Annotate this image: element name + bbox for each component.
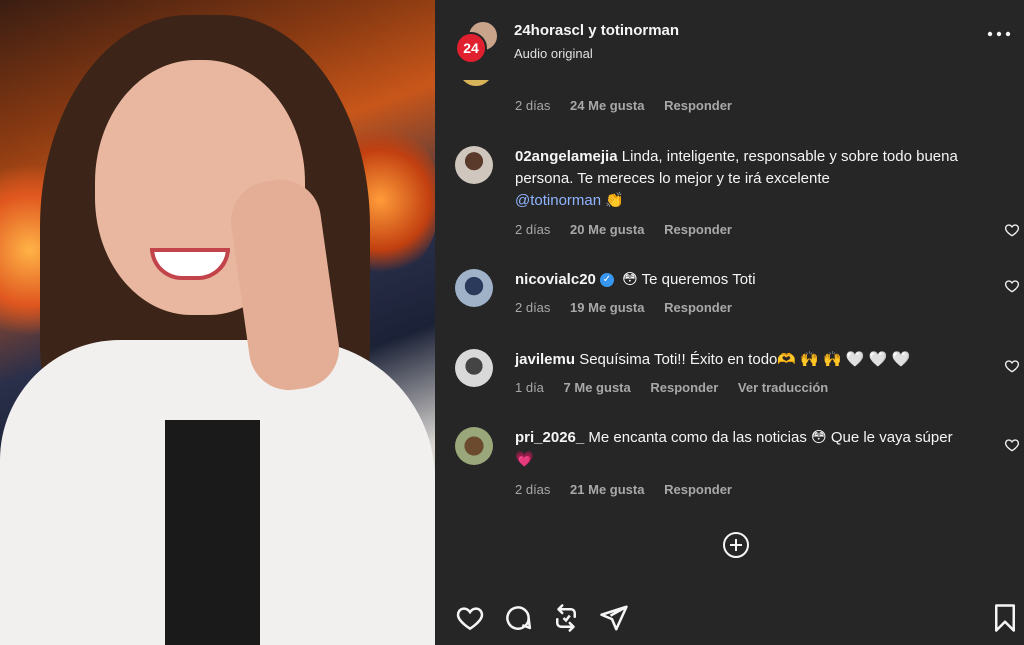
- comment-likes[interactable]: 20 Me gusta: [570, 222, 644, 237]
- comment-username[interactable]: nicovialc20: [515, 271, 596, 288]
- more-options-icon[interactable]: [986, 28, 1012, 44]
- comment-meta: 2 días 21 Me gusta Responder: [515, 482, 748, 497]
- comment-meta: 2 días 20 Me gusta Responder: [515, 222, 748, 237]
- like-comment-icon[interactable]: [1004, 278, 1020, 294]
- video-media[interactable]: [0, 0, 435, 645]
- comment-time: 2 días: [515, 482, 551, 497]
- bookmark-icon[interactable]: [990, 603, 1020, 633]
- comment-body: Sequísima Toti!! Éxito en todo🫶 🙌 🙌 🤍 🤍 …: [579, 351, 911, 368]
- reply-button[interactable]: Responder: [650, 380, 718, 395]
- audio-label[interactable]: Audio original: [514, 46, 593, 61]
- comment-time: 1 día: [515, 380, 544, 395]
- translate-button[interactable]: Ver traducción: [738, 380, 828, 395]
- comment-username[interactable]: pri_2026_: [515, 429, 584, 446]
- like-comment-icon[interactable]: [1004, 222, 1020, 238]
- comment-text: 02angelamejia Linda, inteligente, respon…: [515, 146, 965, 212]
- comment-text: javilemu Sequísima Toti!! Éxito en todo🫶…: [515, 349, 965, 371]
- comment-username[interactable]: 02angelamejia: [515, 148, 618, 165]
- person-shirt: [165, 420, 260, 645]
- comment-avatar[interactable]: [455, 146, 493, 184]
- verified-badge-icon: ✓: [599, 273, 614, 288]
- comment-meta: 2 días 24 Me gusta Responder: [515, 98, 748, 113]
- comment-username[interactable]: javilemu: [515, 351, 575, 368]
- clap-emoji: 👏: [605, 192, 624, 209]
- comment-likes[interactable]: 24 Me gusta: [570, 98, 644, 113]
- comment-body: 😳 Te queremos Toti: [622, 271, 756, 288]
- comment-text: nicovialc20 ✓ 😳 Te queremos Toti: [515, 269, 965, 291]
- reply-button[interactable]: Responder: [664, 222, 732, 237]
- send-icon[interactable]: [599, 603, 629, 633]
- comment-avatar[interactable]: [459, 80, 493, 86]
- comment-time: 2 días: [515, 98, 551, 113]
- comment-text: pri_2026_ Me encanta como da las noticia…: [515, 427, 965, 471]
- plus-circle-icon[interactable]: [722, 531, 750, 559]
- author-names[interactable]: 24horascl y totinorman: [514, 22, 679, 39]
- post-actions: [435, 595, 1024, 645]
- post-header: 24 24horascl y totinorman Audio original: [435, 0, 1024, 80]
- comment-avatar[interactable]: [455, 269, 493, 307]
- reply-button[interactable]: Responder: [664, 482, 732, 497]
- repost-icon[interactable]: [551, 603, 581, 633]
- reply-button[interactable]: Responder: [664, 300, 732, 315]
- comment-avatar[interactable]: [455, 349, 493, 387]
- comment-avatar[interactable]: [455, 427, 493, 465]
- comment-likes[interactable]: 7 Me gusta: [564, 380, 631, 395]
- author-avatar[interactable]: 24: [455, 20, 499, 64]
- comment-mention[interactable]: @totinorman: [515, 192, 601, 209]
- comments-panel: 24 24horascl y totinorman Audio original…: [435, 0, 1024, 645]
- comment-meta: 1 día 7 Me gusta Responder Ver traducció…: [515, 380, 844, 395]
- comment-icon[interactable]: [503, 603, 533, 633]
- heart-icon[interactable]: [455, 603, 485, 633]
- reply-button[interactable]: Responder: [664, 98, 732, 113]
- channel-badge[interactable]: 24: [455, 32, 487, 64]
- comment-time: 2 días: [515, 300, 551, 315]
- comment-time: 2 días: [515, 222, 551, 237]
- comment-likes[interactable]: 21 Me gusta: [570, 482, 644, 497]
- comments-list[interactable]: 2 días 24 Me gusta Responder 02angelamej…: [435, 80, 1024, 585]
- comment-likes[interactable]: 19 Me gusta: [570, 300, 644, 315]
- like-comment-icon[interactable]: [1004, 358, 1020, 374]
- comment-meta: 2 días 19 Me gusta Responder: [515, 300, 748, 315]
- like-comment-icon[interactable]: [1004, 437, 1020, 453]
